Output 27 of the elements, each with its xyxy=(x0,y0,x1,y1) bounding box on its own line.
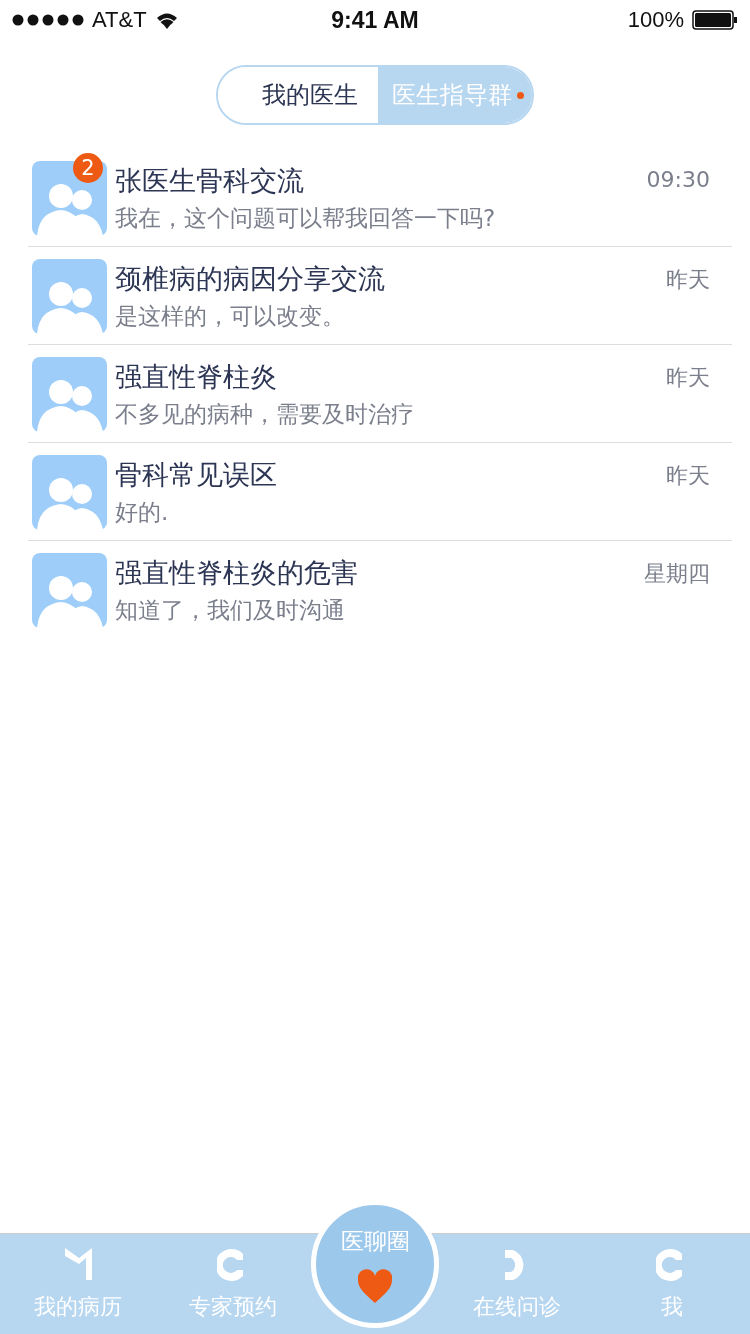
chat-time: 09:30 xyxy=(646,167,710,192)
chat-title: 强直性脊柱炎的危害 xyxy=(115,556,359,590)
heart-icon xyxy=(358,1268,392,1303)
signal-icon xyxy=(12,14,84,26)
chat-title: 骨科常见误区 xyxy=(115,458,278,492)
chat-row[interactable]: 强直性脊柱炎 不多见的病种，需要及时治疗 昨天 xyxy=(28,345,732,443)
chat-row[interactable]: 骨科常见误区 好的. 昨天 xyxy=(28,443,732,541)
chat-title: 颈椎病的病因分享交流 xyxy=(115,262,386,296)
unread-badge: 2 xyxy=(73,153,103,183)
chat-message: 知道了，我们及时沟通 xyxy=(115,596,346,625)
chat-row[interactable]: 2 张医生骨科交流 我在，这个问题可以帮我回答一下吗? 09:30 xyxy=(28,149,732,247)
clock-time: 9:41 AM xyxy=(331,6,419,34)
battery-percent: 100% xyxy=(627,7,684,33)
battery-icon xyxy=(692,10,738,30)
chat-time: 昨天 xyxy=(666,462,710,490)
chat-time: 昨天 xyxy=(666,266,710,294)
chat-row[interactable]: 颈椎病的病因分享交流 是这样的，可以改变。 昨天 xyxy=(28,247,732,345)
chat-time: 星期四 xyxy=(644,560,710,588)
chat-message: 是这样的，可以改变。 xyxy=(115,302,346,331)
chat-message: 不多见的病种，需要及时治疗 xyxy=(115,400,415,429)
chat-title: 强直性脊柱炎 xyxy=(115,360,278,394)
chat-title: 张医生骨科交流 xyxy=(115,164,305,198)
carrier-name: AT&T xyxy=(92,7,147,33)
chat-time: 昨天 xyxy=(666,364,710,392)
chat-message: 我在，这个问题可以帮我回答一下吗? xyxy=(115,204,497,233)
chat-message: 好的. xyxy=(115,498,170,527)
chat-row[interactable]: 强直性脊柱炎的危害 知道了，我们及时沟通 星期四 xyxy=(28,541,732,638)
